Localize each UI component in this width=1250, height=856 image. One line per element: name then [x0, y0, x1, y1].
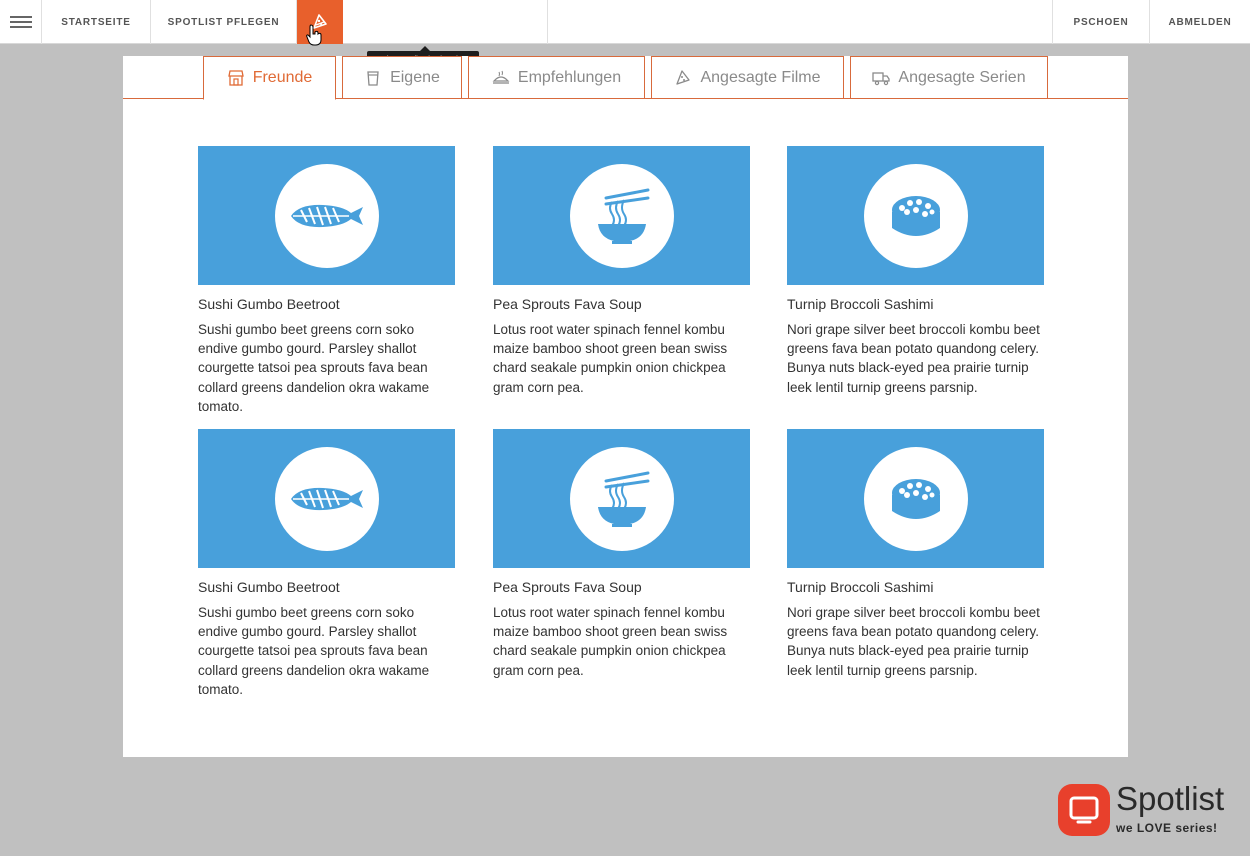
logo-tagline: we LOVE series! — [1116, 821, 1218, 835]
card-image — [493, 429, 750, 568]
card-text: Lotus root water spinach fennel kombu ma… — [493, 322, 728, 395]
nav-abmelden[interactable]: ABMELDEN — [1150, 0, 1250, 44]
main-panel: Freunde Eigene Empfehlungen Angesagte Fi… — [123, 56, 1128, 757]
card-image — [198, 429, 455, 568]
tab-label: Eigene — [390, 68, 440, 86]
recipe-card[interactable]: Pea Sprouts Fava Soup Lotus root water s… — [493, 429, 750, 680]
card-text: Sushi gumbo beet greens corn soko endive… — [198, 322, 430, 414]
nav-spacer — [343, 0, 548, 44]
sushi-roll-icon — [891, 195, 940, 236]
card-image — [787, 146, 1044, 285]
tab-label: Freunde — [252, 69, 313, 86]
tab-label: Angesagte Filme — [700, 68, 821, 86]
recipe-card[interactable]: Pea Sprouts Fava Soup Lotus root water s… — [493, 146, 750, 397]
card-title: Turnip Broccoli Sashimi — [787, 296, 934, 312]
tab-freunde[interactable]: Freunde — [203, 56, 336, 100]
tab-eigene[interactable]: Eigene — [342, 56, 462, 99]
card-title: Pea Sprouts Fava Soup — [493, 296, 642, 312]
card-image — [493, 146, 750, 285]
card-title: Turnip Broccoli Sashimi — [787, 579, 934, 595]
spotlist-logo: Spotlist we LOVE series! — [1056, 780, 1250, 842]
dish-icon — [492, 70, 510, 84]
nav-user[interactable]: PSCHOEN — [1052, 0, 1150, 44]
card-text: Lotus root water spinach fennel kombu ma… — [493, 605, 728, 678]
card-image — [198, 146, 455, 285]
card-title: Sushi Gumbo Beetroot — [198, 579, 340, 595]
truck-icon — [872, 71, 891, 85]
tab-bar: Freunde Eigene Empfehlungen Angesagte Fi… — [123, 56, 1128, 100]
noodle-bowl-icon — [597, 471, 649, 527]
hand-cursor-icon — [306, 24, 322, 46]
tab-label: Empfehlungen — [517, 68, 622, 86]
recipe-card[interactable]: Sushi Gumbo Beetroot Sushi gumbo beet gr… — [198, 146, 455, 416]
recipe-card[interactable]: Sushi Gumbo Beetroot Sushi gumbo beet gr… — [198, 429, 455, 699]
recipe-card[interactable]: Turnip Broccoli Sashimi Nori grape silve… — [787, 429, 1044, 680]
logo-name: Spotlist — [1116, 780, 1225, 817]
menu-button[interactable] — [0, 0, 42, 44]
tab-empfehlungen[interactable]: Empfehlungen — [468, 56, 645, 99]
tab-angesagte-serien[interactable]: Angesagte Serien — [850, 56, 1048, 99]
card-text: Sushi gumbo beet greens corn soko endive… — [198, 605, 430, 697]
nav-startseite[interactable]: STARTSEITE — [42, 0, 151, 44]
nav-spotlist-pflegen[interactable]: SPOTLIST PFLEGEN — [151, 0, 297, 44]
hamburger-icon — [9, 13, 32, 31]
pizza-icon — [676, 69, 691, 85]
card-title: Pea Sprouts Fava Soup — [493, 579, 642, 595]
card-text: Nori grape silver beet broccoli kombu be… — [787, 322, 1040, 395]
card-title: Sushi Gumbo Beetroot — [198, 296, 340, 312]
tv-icon — [1058, 784, 1110, 836]
recipe-card[interactable]: Turnip Broccoli Sashimi Nori grape silve… — [787, 146, 1044, 397]
noodle-bowl-icon — [597, 188, 649, 244]
card-image — [787, 429, 1044, 568]
fish-icon — [290, 204, 363, 227]
fish-icon — [290, 487, 363, 510]
top-navigation: STARTSEITE SPOTLIST PFLEGEN PSCHOEN ABME… — [0, 0, 1250, 44]
tab-label: Angesagte Serien — [898, 68, 1026, 86]
sushi-roll-icon — [891, 478, 940, 519]
cup-icon — [367, 70, 379, 86]
card-text: Nori grape silver beet broccoli kombu be… — [787, 605, 1040, 678]
tab-angesagte-filme[interactable]: Angesagte Filme — [651, 56, 844, 99]
store-icon — [227, 70, 244, 86]
